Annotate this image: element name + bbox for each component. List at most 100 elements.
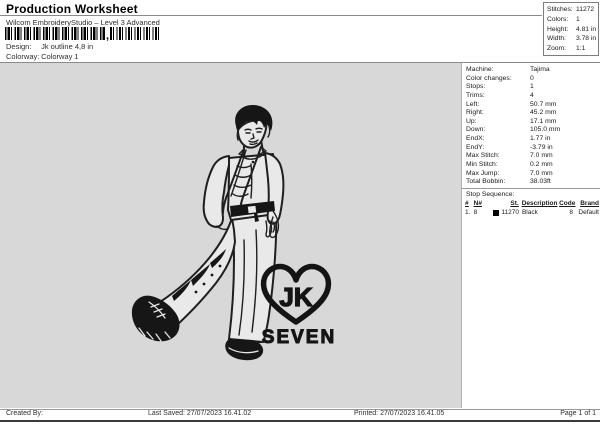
stat-value: 4.81 in: [576, 25, 597, 33]
cell-brand: Default: [578, 208, 599, 216]
barcode-icon: ,: [5, 27, 161, 42]
machine-label: Trims:: [466, 91, 485, 99]
machine-value: 0: [530, 74, 534, 82]
stat-row: Width: 3.78 in: [547, 34, 598, 44]
col-brand: Brand: [580, 200, 599, 207]
machine-row: Left: 50.7 mm: [466, 101, 598, 110]
cell-needle: 8: [473, 208, 478, 216]
cell-description: Black: [521, 208, 538, 216]
title-divider: [0, 15, 542, 16]
machine-value: 7.0 mm: [530, 169, 553, 177]
machine-row: Up: 17.1 mm: [466, 118, 598, 127]
machine-row: Min Stitch: 0.2 mm: [466, 161, 598, 170]
machine-value: Tajima: [530, 66, 550, 73]
machine-value: -3.79 in: [530, 143, 553, 151]
cell-num: 1.: [465, 208, 471, 216]
machine-label: Machine:: [466, 66, 494, 73]
logo-word: SEVEN: [262, 327, 336, 348]
embroidery-figure-art: JK SEVEN: [131, 104, 336, 361]
stat-label: Zoom:: [547, 45, 566, 53]
stop-table-header: # N# St. Description Code Brand: [465, 200, 599, 209]
stat-row: Colors: 1: [547, 15, 598, 25]
barcode-segment-1: [5, 27, 105, 40]
barcode-segment-2: [110, 27, 161, 40]
printed-text: Printed: 27/07/2023 16.41.05: [354, 410, 445, 417]
machine-label: Right:: [466, 109, 484, 117]
design-row: Design: Jk outline 4,8 in: [6, 42, 93, 51]
production-worksheet-page: Production Worksheet Wilcom EmbroiderySt…: [0, 0, 600, 424]
cell-stitches: 11270: [501, 208, 519, 216]
machine-row: Right: 45.2 mm: [466, 109, 598, 118]
stop-sequence-table: # N# St. Description Code Brand 1. 8 112…: [465, 200, 599, 217]
stat-value: 1: [576, 15, 580, 23]
machine-label: EndY:: [466, 143, 485, 151]
machine-value: 0.2 mm: [530, 161, 553, 169]
machine-info-panel: Machine: Tajima Color changes: 0 Stops: 1 T…: [466, 66, 598, 187]
summary-stats-box: Stitches: 11272 Colors: 1 Height: 4.81 in W…: [543, 2, 599, 56]
stat-label: Width:: [547, 35, 566, 43]
col-stitches: St.: [510, 200, 519, 207]
machine-row: Stops: 1: [466, 83, 598, 92]
stat-label: Height:: [547, 25, 569, 33]
last-saved-text: Last Saved: 27/07/2023 16.41.02: [148, 410, 252, 417]
stat-value: 1:1: [576, 45, 586, 53]
page-title: Production Worksheet: [6, 2, 138, 16]
footer-divider-bottom: [0, 420, 600, 422]
colorway-label: Colorway:: [6, 52, 40, 61]
machine-row: Trims: 4: [466, 92, 598, 101]
machine-row: Machine: Tajima: [466, 66, 598, 75]
colorway-row: Colorway: Colorway 1: [6, 52, 79, 61]
machine-row: Max Jump: 7.0 mm: [466, 170, 598, 179]
stop-sequence-divider: [462, 188, 600, 189]
machine-row: Total Bobbin: 38.03ft: [466, 178, 598, 187]
machine-value: 17.1 mm: [530, 117, 557, 125]
stat-label: Colors:: [547, 15, 569, 23]
design-preview-area: JK SEVEN: [0, 63, 462, 408]
software-subtitle: Wilcom EmbroideryStudio – Level 3 Advanc…: [6, 18, 160, 27]
design-value: Jk outline 4,8 in: [41, 42, 94, 51]
machine-value: 38.03ft: [530, 178, 551, 186]
machine-value: 7.0 mm: [530, 152, 553, 160]
machine-row: EndX: 1.77 in: [466, 135, 598, 144]
machine-label: Left:: [466, 100, 480, 108]
stat-row: Zoom: 1:1: [547, 44, 598, 54]
cell-code: 8: [569, 208, 573, 216]
machine-label: Max Jump:: [466, 169, 500, 177]
machine-value: 1.77 in: [530, 135, 551, 143]
machine-row: Max Stitch: 7.0 mm: [466, 152, 598, 161]
machine-row: Down: 105.0 mm: [466, 126, 598, 135]
machine-row: EndY: -3.79 in: [466, 144, 598, 153]
stat-row: Stitches: 11272: [547, 5, 598, 15]
machine-value: 45.2 mm: [530, 109, 557, 117]
machine-value: 4: [530, 91, 534, 99]
stop-sequence-title: Stop Sequence:: [466, 191, 515, 198]
machine-label: EndX:: [466, 135, 485, 143]
logo-initials: JK: [279, 282, 312, 312]
stat-row: Height: 4.81 in: [547, 25, 598, 35]
machine-row: Color changes: 0: [466, 75, 598, 84]
stop-table-row: 1. 8 11270 Black 8 Default: [465, 209, 599, 218]
machine-value: 1: [530, 83, 534, 91]
footer: Created By: Last Saved: 27/07/2023 16.41…: [0, 410, 600, 420]
machine-label: Stops:: [466, 83, 486, 91]
stat-label: Stitches:: [547, 6, 573, 13]
machine-value: 50.7 mm: [530, 100, 557, 108]
barcode-separator: ,: [106, 30, 110, 42]
col-description: Description: [521, 200, 558, 207]
colorway-value: Colorway 1: [41, 52, 79, 61]
machine-label: Color changes:: [466, 74, 512, 82]
stat-value: 11272: [576, 6, 595, 13]
machine-label: Total Bobbin:: [466, 178, 506, 186]
page-number: Page 1 of 1: [560, 410, 596, 417]
thread-color-swatch-icon: [493, 209, 500, 216]
machine-label: Max Stitch:: [466, 152, 500, 160]
machine-label: Min Stitch:: [466, 161, 498, 169]
col-needle: N#: [473, 200, 482, 207]
machine-label: Up:: [466, 117, 477, 125]
design-label: Design:: [6, 42, 32, 51]
col-num: #: [465, 200, 469, 207]
machine-value: 105.0 mm: [530, 126, 561, 134]
stat-value: 3.78 in: [576, 35, 597, 43]
machine-label: Down:: [466, 126, 486, 134]
created-by-label: Created By:: [6, 410, 43, 417]
